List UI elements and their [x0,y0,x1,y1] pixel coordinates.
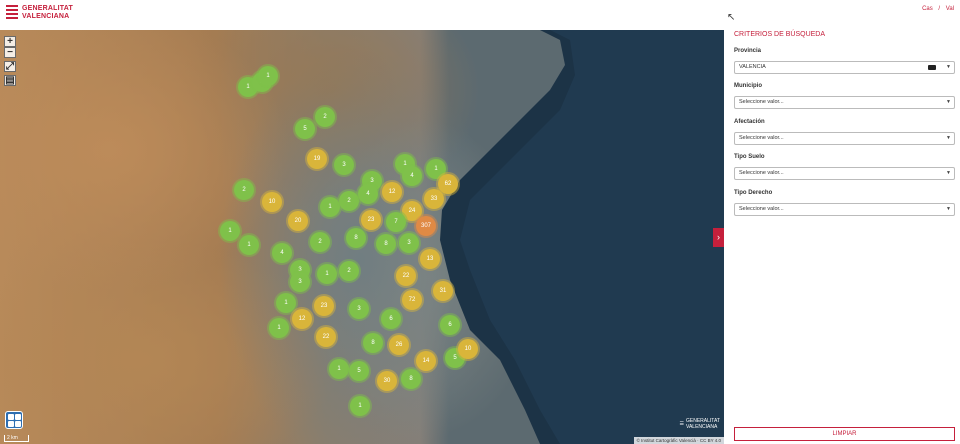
tipo-suelo-select[interactable]: Seleccione valor... ▼ [734,167,955,180]
language-switcher: Cas / Val [918,6,954,12]
provincia-select[interactable]: VALENCIA ▼ [734,61,955,74]
panel-title: CRITERIOS DE BÚSQUEDA [734,31,826,38]
map-cluster-marker[interactable]: 5 [295,119,315,139]
map-cluster-marker[interactable]: 8 [401,369,421,389]
map-cluster-marker[interactable]: 2 [339,191,359,211]
provincia-value: VALENCIA [739,64,766,70]
lang-va-link[interactable]: Val [946,6,954,12]
chevron-right-icon: › [717,232,720,242]
field-label-tipo-suelo: Tipo Suelo [734,154,765,160]
field-label-tipo-derecho: Tipo Derecho [734,190,773,196]
chevron-down-icon: ▼ [946,170,951,176]
map-cluster-marker[interactable]: 8 [346,228,366,248]
map-cluster-marker[interactable]: 4 [402,166,422,186]
map-cluster-marker[interactable]: 1 [320,197,340,217]
sea-area [430,30,724,444]
clear-button[interactable]: LIMPIAR [734,427,955,441]
map-cluster-marker[interactable]: 2 [339,261,359,281]
fullscreen-icon[interactable]: ⤢ [4,61,16,72]
map-cluster-marker[interactable]: 22 [316,327,336,347]
map-cluster-marker[interactable]: 1 [258,66,278,86]
map-cluster-marker[interactable]: 2 [310,232,330,252]
app-header: GENERALITAT VALENCIANA Cas / Val ↖ [0,0,960,30]
map-cluster-marker[interactable]: 22 [396,266,416,286]
map-cluster-marker[interactable]: 1 [239,235,259,255]
chevron-down-icon: ▼ [946,64,951,70]
grid-menu-button[interactable] [5,411,23,429]
map-cluster-marker[interactable]: 6 [381,309,401,329]
map-cluster-marker[interactable]: 72 [402,290,422,310]
logo-line-1: GENERALITAT [22,5,73,12]
map-cluster-marker[interactable]: 1 [220,221,240,241]
map-cluster-marker[interactable]: 3 [399,233,419,253]
map-cluster-marker[interactable]: 12 [292,309,312,329]
map-cluster-marker[interactable]: 1 [317,264,337,284]
map-cluster-marker[interactable]: 19 [307,149,327,169]
map-cluster-marker[interactable]: 10 [262,192,282,212]
map-cluster-marker[interactable]: 12 [382,182,402,202]
municipio-select[interactable]: Seleccione valor... ▼ [734,96,955,109]
field-label-municipio: Municipio [734,83,762,89]
watermark-line-2: VALENCIANA [686,424,718,430]
zoom-in-button[interactable]: + [4,36,16,47]
mouse-cursor-icon: ↖ [727,12,736,23]
map-viewport[interactable]: + − ⤢ ▤ 11152193141362210124123320242371… [0,30,724,444]
map-cluster-marker[interactable]: 23 [361,210,381,230]
tipo-suelo-value: Seleccione valor... [739,170,784,176]
map-cluster-marker[interactable]: 14 [416,351,436,371]
generalitat-logo[interactable]: GENERALITAT VALENCIANA [6,3,73,23]
map-cluster-marker[interactable]: 23 [314,296,334,316]
map-cluster-marker[interactable]: 2 [315,107,335,127]
field-label-provincia: Provincia [734,48,762,54]
lang-es-link[interactable]: Cas [922,6,933,12]
map-cluster-marker[interactable]: 20 [288,211,308,231]
map-cluster-marker[interactable]: 3 [290,272,310,292]
map-cluster-marker[interactable]: 5 [349,361,369,381]
map-cluster-marker[interactable]: 7 [386,212,406,232]
tipo-derecho-select[interactable]: Seleccione valor... ▼ [734,203,955,216]
map-cluster-marker[interactable]: 26 [389,335,409,355]
map-cluster-marker[interactable]: 4 [272,243,292,263]
map-cluster-marker[interactable]: 6 [440,315,460,335]
afectacion-value: Seleccione valor... [739,135,784,141]
map-cluster-marker[interactable]: 1 [350,396,370,416]
afectacion-select[interactable]: Seleccione valor... ▼ [734,132,955,145]
layers-icon[interactable]: ▤ [4,75,16,86]
logo-line-2: VALENCIANA [22,13,70,20]
field-label-afectacion: Afectación [734,119,765,125]
zoom-out-button[interactable]: − [4,47,16,58]
watermark-logo-icon: ☰ [679,421,684,427]
chevron-down-icon: ▼ [946,135,951,141]
chevron-down-icon: ▼ [946,206,951,212]
municipio-value: Seleccione valor... [739,99,784,105]
map-cluster-marker[interactable]: 8 [376,234,396,254]
map-watermark: ☰ GENERALITAT VALENCIANA [680,418,720,430]
map-cluster-marker[interactable]: 8 [363,333,383,353]
tipo-derecho-value: Seleccione valor... [739,206,784,212]
chevron-down-icon: ▼ [946,99,951,105]
map-cluster-marker[interactable]: 3 [349,299,369,319]
map-cluster-marker[interactable]: 2 [234,180,254,200]
map-cluster-marker[interactable]: 1 [276,293,296,313]
map-cluster-marker[interactable]: 13 [420,249,440,269]
panel-toggle-button[interactable]: › [713,228,724,247]
search-panel: CRITERIOS DE BÚSQUEDA Provincia VALENCIA… [724,30,960,444]
map-cluster-marker[interactable]: 4 [358,184,378,204]
map-cluster-marker[interactable]: 10 [458,339,478,359]
lang-separator: / [938,6,941,12]
map-scale: 2 km [4,435,29,442]
map-cluster-marker[interactable]: 1 [269,318,289,338]
map-attribution[interactable]: © Institut Cartogràfic Valencià · CC BY … [633,437,724,444]
map-cluster-marker[interactable]: 3 [334,155,354,175]
map-cluster-marker[interactable]: 30 [377,371,397,391]
map-cluster-marker[interactable]: 33 [424,189,444,209]
logo-icon [6,3,18,23]
map-cluster-marker[interactable]: 307 [416,216,436,236]
map-cluster-marker[interactable]: 1 [329,359,349,379]
clear-value-icon[interactable] [928,65,936,70]
map-cluster-marker[interactable]: 31 [433,281,453,301]
